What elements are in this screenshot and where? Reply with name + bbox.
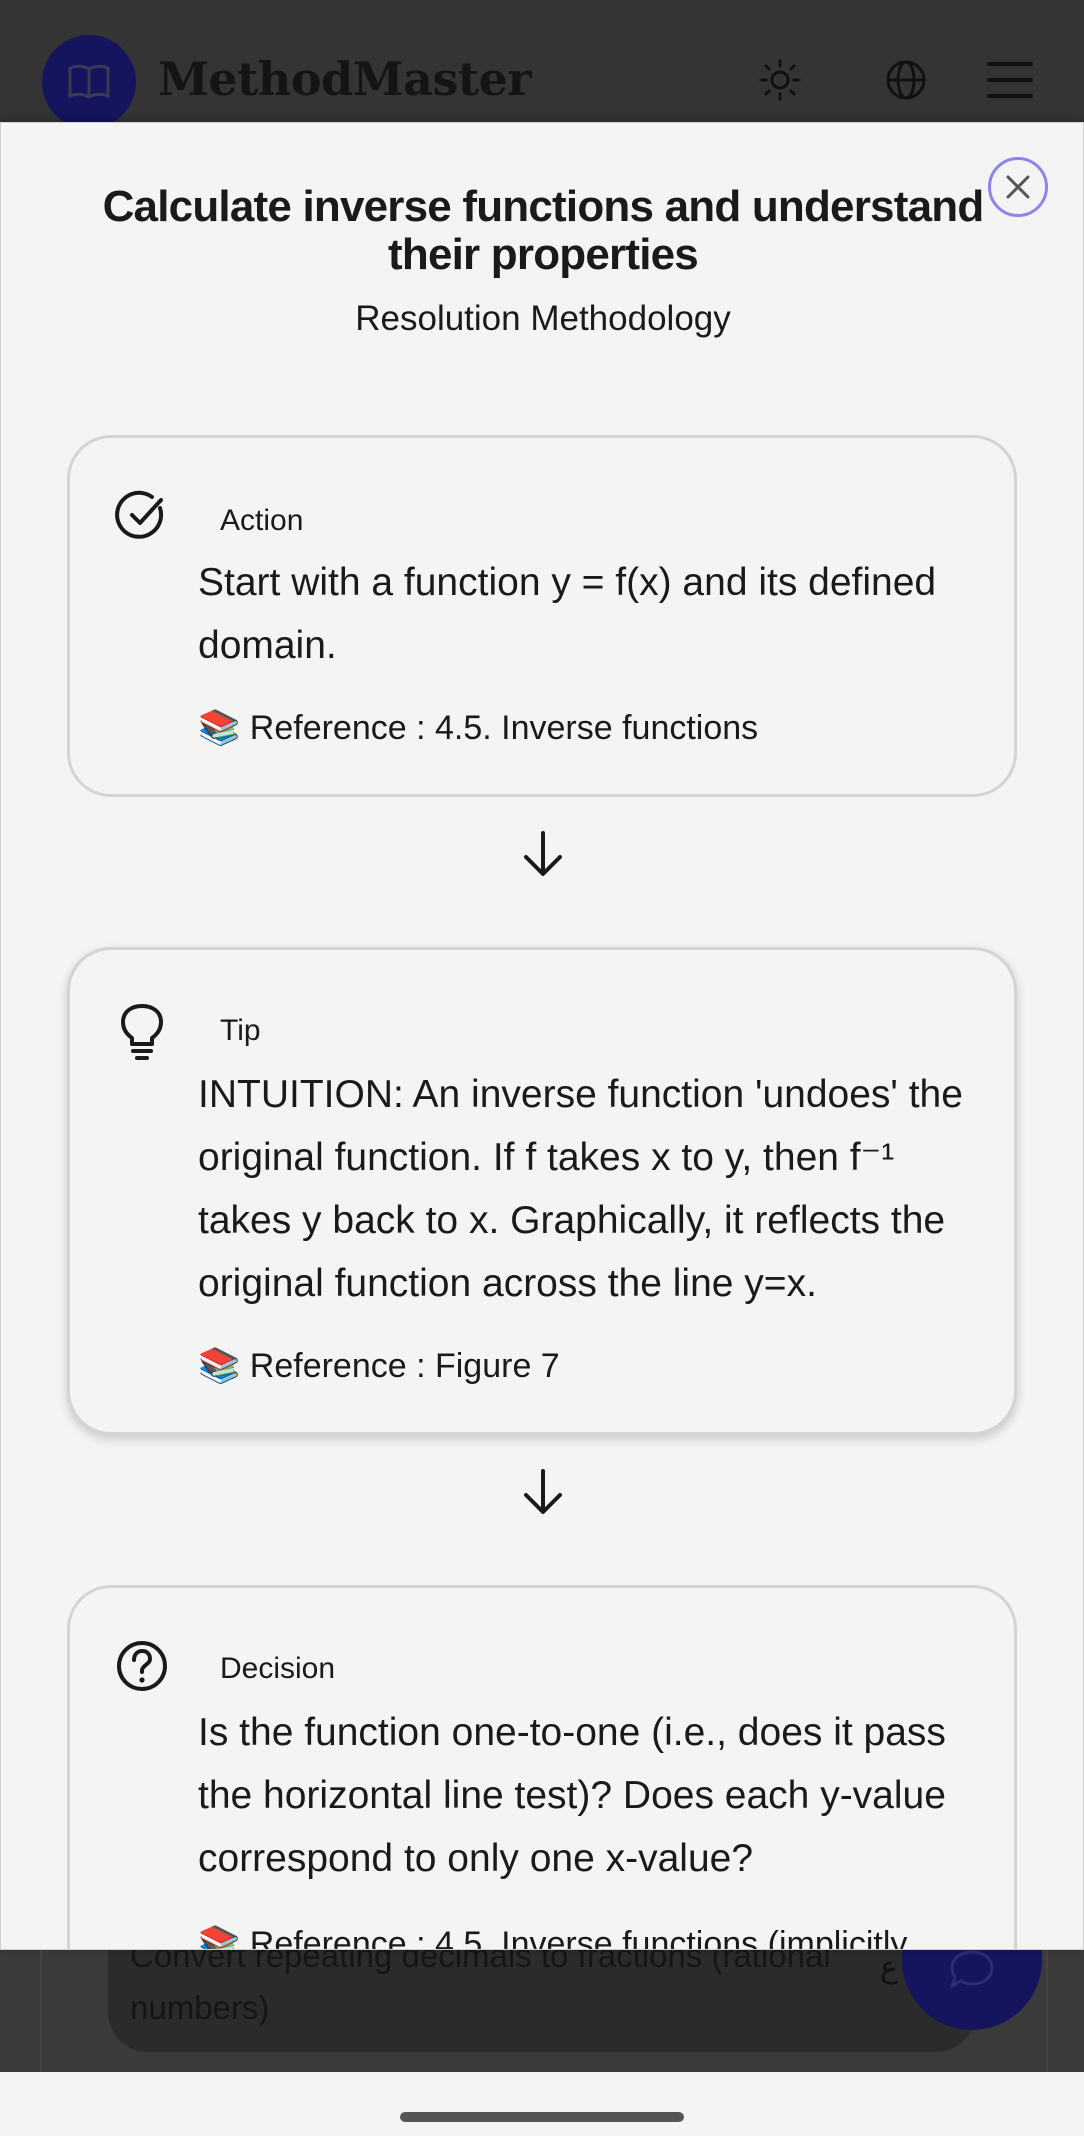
step-type-label: Decision <box>220 1652 336 1685</box>
step-card-tip[interactable]: Tip INTUITION: An inverse function 'undo… <box>67 947 1017 1435</box>
check-circle-icon <box>115 490 164 539</box>
close-button[interactable] <box>988 157 1048 217</box>
step-reference[interactable]: 📚 Reference : Figure 7 <box>198 1346 998 1386</box>
step-card-decision[interactable]: Decision Is the function one-to-one (i.e… <box>67 1585 1017 1949</box>
menu-icon[interactable] <box>986 58 1034 102</box>
methodology-modal: Calculate inverse functions and understa… <box>0 122 1084 1950</box>
arrow-down-icon <box>524 1469 562 1514</box>
sun-icon[interactable] <box>758 58 802 102</box>
chat-bubble-icon <box>949 1950 994 1990</box>
lightbulb-icon <box>121 1004 163 1060</box>
step-type-label: Tip <box>220 1014 261 1047</box>
brand-name[interactable]: MethodMaster <box>158 52 532 106</box>
step-text: Start with a function y = f(x) and its d… <box>198 561 937 667</box>
home-indicator[interactable] <box>400 2112 684 2122</box>
globe-icon[interactable] <box>884 58 928 102</box>
step-text: Is the function one-to-one (i.e., does i… <box>198 1711 946 1880</box>
step-text: INTUITION: An inverse function 'undoes' … <box>198 1073 963 1305</box>
modal-title: Calculate inverse functions and understa… <box>102 182 985 279</box>
step-card-action[interactable]: Action Start with a function y = f(x) an… <box>67 435 1017 797</box>
step-reference[interactable]: 📚 Reference : 4.5. Inverse functions (im… <box>198 1924 998 1949</box>
screen: MethodMaster Convert repeating decimals … <box>0 0 1084 2136</box>
step-reference[interactable]: 📚 Reference : 4.5. Inverse functions <box>198 708 998 748</box>
sparkle-icon: ع <box>880 1951 898 1984</box>
question-circle-icon <box>117 1641 167 1691</box>
modal-subtitle: Resolution Methodology <box>355 299 731 338</box>
arrow-down-icon <box>524 831 562 876</box>
close-icon <box>1006 175 1030 199</box>
book-logo-icon[interactable] <box>42 35 136 129</box>
system-nav-area <box>0 2072 1084 2136</box>
step-type-label: Action <box>220 504 304 537</box>
app-header: MethodMaster <box>0 0 1084 129</box>
